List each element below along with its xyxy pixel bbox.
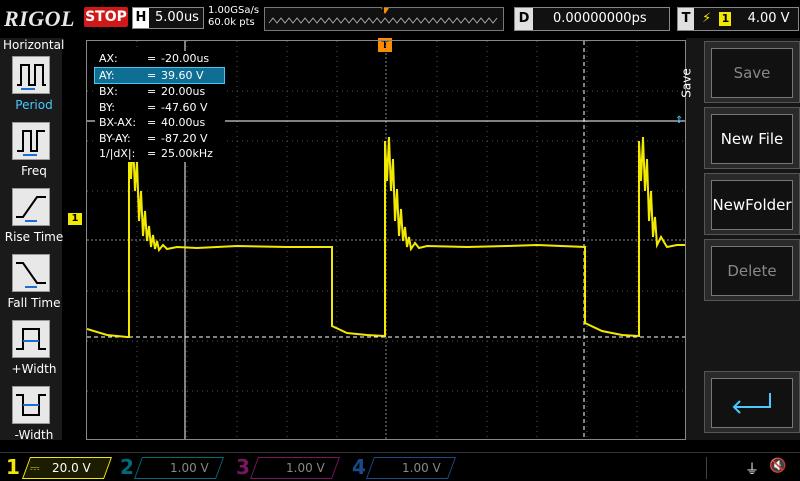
top-status-bar: RIGOL STOP H 5.00us 1.00GSa/s 60.0k pts T… <box>0 0 800 38</box>
fall-time-label: Fall Time <box>7 296 61 310</box>
cursor-readout-table: AX: = -20.00us AY: = 39.60 V BX: = 20.00us BY:… <box>94 51 225 162</box>
timebase-value: 5.00us <box>155 10 199 25</box>
enter-button[interactable] <box>704 371 800 433</box>
overview-trigger-marker: T <box>380 5 387 15</box>
channel1-indicator[interactable]: 1 ⎓ 20.0 V <box>0 453 113 481</box>
enter-icon <box>711 378 793 428</box>
right-status-block: ⏚ 🔇 <box>706 457 797 479</box>
waveform-overview-bar: T <box>264 5 504 31</box>
channel2-indicator[interactable]: 2 1.00 V <box>116 453 228 481</box>
channel2-scale: 1.00 V <box>170 461 209 475</box>
new-file-button[interactable]: New File <box>704 107 800 169</box>
new-file-label: New File <box>711 114 793 164</box>
cursor-row-dy: BY-AY: = -87.20 V <box>99 131 208 145</box>
save-button-label: Save <box>711 48 793 98</box>
left-menu-title: Horizontal <box>3 38 65 52</box>
fall-time-icon <box>12 254 50 292</box>
channel4-number: 4 <box>352 455 366 479</box>
rising-edge-icon: ⚡ <box>702 11 712 26</box>
new-folder-label: NewFolder <box>711 180 793 230</box>
channel1-scale: 20.0 V <box>52 461 91 475</box>
positive-width-icon <box>12 320 50 358</box>
channel4-indicator[interactable]: 4 1.00 V <box>348 453 460 481</box>
sample-rate: 1.00GSa/s <box>208 5 260 16</box>
cursor-key: AX: <box>99 52 118 65</box>
usb-icon: ⏚ <box>745 462 759 478</box>
cursor-key: AY: <box>99 68 115 82</box>
channel1-trace <box>87 136 685 338</box>
cursor-ab-marker-icon: ⇕ <box>675 115 684 126</box>
measure-pos-width-button[interactable]: +Width <box>4 320 58 382</box>
cursor-key: BX-AX: <box>99 116 137 129</box>
channel3-number: 3 <box>236 455 250 479</box>
delay-label: D <box>515 8 533 30</box>
cursor-row-ax: AX: = -20.00us <box>99 52 210 65</box>
neg-width-label: -Width <box>14 428 54 442</box>
channel-bar: 1 ⎓ 20.0 V 2 1.00 V 3 1.00 V 4 1.00 V ⏚ … <box>0 452 800 481</box>
channel1-marker-label: 1 <box>71 213 79 224</box>
channel1-icon: ⎓ <box>30 461 40 475</box>
delay-value: 0.00000000ps <box>553 11 647 26</box>
channel4-scale: 1.00 V <box>402 461 441 475</box>
mute-speaker-icon: 🔇 <box>769 458 787 474</box>
negative-width-icon <box>12 386 50 424</box>
rise-time-icon <box>12 188 50 226</box>
cursor-value: 25.00kHz <box>161 147 213 160</box>
frequency-icon <box>12 122 50 160</box>
period-icon <box>12 56 50 94</box>
right-menu-title-box: Save <box>680 38 704 138</box>
measure-freq-button[interactable]: Freq <box>4 122 58 184</box>
measure-neg-width-button[interactable]: -Width <box>4 386 58 448</box>
cursor-value: -87.20 V <box>161 131 208 145</box>
trigger-level: 4.00 V <box>747 11 790 26</box>
cursor-value: 20.00us <box>161 85 206 98</box>
cursor-value: -47.60 V <box>161 100 208 114</box>
cursor-row-freq: 1/|dX|: = 25.00kHz <box>99 147 213 160</box>
timebase-label: H <box>133 8 149 28</box>
channel1-offset-marker[interactable]: 1 <box>68 213 82 225</box>
cursor-row-by: BY: = -47.60 V <box>99 100 208 114</box>
channel3-scale: 1.00 V <box>286 461 325 475</box>
new-folder-button[interactable]: NewFolder <box>704 173 800 235</box>
left-measure-menu: Horizontal Period Freq Rise Time Fall Ti… <box>0 38 65 442</box>
channel3-indicator[interactable]: 3 1.00 V <box>232 453 344 481</box>
pos-width-label: +Width <box>11 362 57 376</box>
run-stop-status[interactable]: STOP <box>84 7 128 27</box>
trigger-label: T <box>678 8 694 30</box>
timebase-display[interactable]: H 5.00us <box>132 7 204 29</box>
cursor-key: BX: <box>99 85 118 98</box>
measure-rise-time-button[interactable]: Rise Time <box>4 188 63 250</box>
cursor-value: 39.60 V <box>161 68 204 82</box>
delay-display[interactable]: D 0.00000000ps <box>514 7 670 31</box>
cursor-key: BY: <box>99 100 115 114</box>
trigger-display[interactable]: T ⚡ 1 4.00 V <box>677 7 799 31</box>
brand-logo: RIGOL <box>4 6 75 31</box>
cursor-row-dx: BX-AX: = 40.00us <box>99 116 206 129</box>
save-button[interactable]: Save <box>704 41 800 103</box>
channel2-number: 2 <box>120 455 134 479</box>
right-save-menu: Save Save New File NewFolder Delete <box>680 38 800 440</box>
delete-button[interactable]: Delete <box>704 239 800 301</box>
measure-fall-time-button[interactable]: Fall Time <box>4 254 61 316</box>
cursor-key: BY-AY: <box>99 131 131 145</box>
cursor-key: 1/|dX|: <box>99 147 136 160</box>
delete-label: Delete <box>711 246 793 296</box>
measure-period-button[interactable]: Period <box>4 56 58 118</box>
acquisition-info: 1.00GSa/s 60.0k pts <box>208 5 259 29</box>
freq-label: Freq <box>21 164 47 178</box>
cursor-value: -20.00us <box>161 52 210 65</box>
cursor-row-ay[interactable]: AY: = 39.60 V <box>94 66 225 84</box>
cursor-value: 40.00us <box>161 116 206 129</box>
period-label: Period <box>15 98 53 112</box>
rise-time-label: Rise Time <box>4 230 64 244</box>
trigger-source-badge: 1 <box>719 12 732 26</box>
channel1-number: 1 <box>6 455 20 479</box>
right-menu-title: Save <box>679 68 694 98</box>
cursor-row-bx: BX: = 20.00us <box>99 85 206 98</box>
memory-depth: 60.0k pts <box>208 17 255 28</box>
